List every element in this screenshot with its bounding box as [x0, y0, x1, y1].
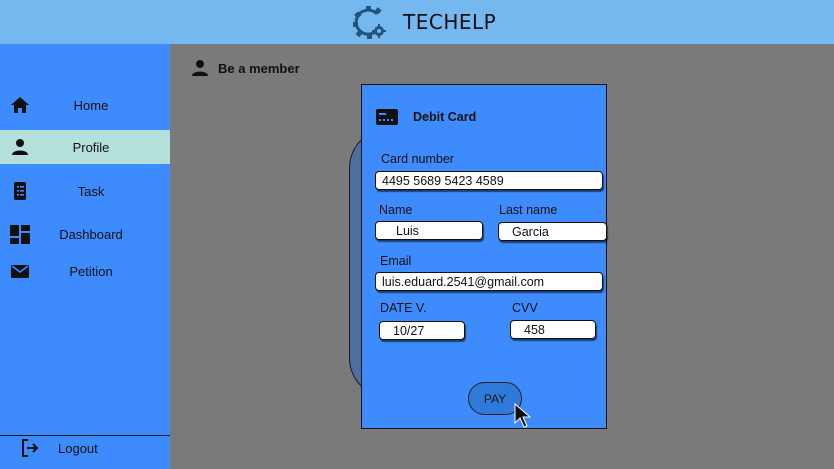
last-name-label: Last name — [499, 203, 558, 217]
person-icon — [192, 60, 208, 76]
name-field[interactable] — [375, 221, 483, 240]
sidebar-item-label: Dashboard — [59, 226, 123, 242]
date-label: DATE V. — [380, 301, 427, 315]
page-title: Be a member — [190, 58, 300, 78]
sidebar-item-petition[interactable]: Petition — [0, 254, 170, 288]
name-label: Name — [379, 203, 413, 217]
page-title-text: Be a member — [218, 60, 300, 76]
credit-card-icon — [376, 109, 398, 125]
sidebar: Home Profile Task Dashboard Petition Log… — [0, 44, 170, 469]
logout-icon — [19, 438, 40, 459]
sidebar-item-label: Task — [77, 183, 105, 199]
cvv-label: CVV — [512, 301, 538, 315]
sidebar-item-label: Home — [73, 97, 109, 113]
logout-label: Logout — [58, 440, 98, 456]
card-number-label: Card number — [381, 152, 454, 166]
email-label: Email — [380, 254, 412, 268]
email-field[interactable] — [375, 272, 603, 291]
sidebar-item-home[interactable]: Home — [0, 88, 170, 122]
gear-logo-icon — [353, 6, 386, 39]
debit-card-form: Debit Card Card number Name Last name Em… — [361, 84, 607, 429]
card-number-field[interactable] — [375, 171, 603, 190]
last-name-field[interactable] — [498, 222, 607, 241]
pay-button-label: PAY — [483, 391, 507, 406]
sidebar-item-label: Profile — [72, 139, 110, 155]
brand[interactable]: TECHELP — [351, 4, 496, 40]
top-bar: TECHELP — [0, 0, 834, 44]
sidebar-item-profile[interactable]: Profile — [0, 130, 170, 164]
sidebar-item-task[interactable]: Task — [0, 174, 170, 208]
app-name: TECHELP — [403, 10, 497, 34]
logout-button[interactable]: Logout — [0, 431, 170, 465]
card-title: Debit Card — [413, 110, 477, 124]
sidebar-item-dashboard[interactable]: Dashboard — [0, 217, 170, 251]
expiry-date-field[interactable] — [379, 321, 465, 340]
mouse-cursor-icon — [514, 403, 532, 428]
card-header: Debit Card — [376, 109, 476, 125]
cvv-field[interactable] — [510, 320, 596, 339]
sidebar-item-label: Petition — [69, 263, 113, 279]
